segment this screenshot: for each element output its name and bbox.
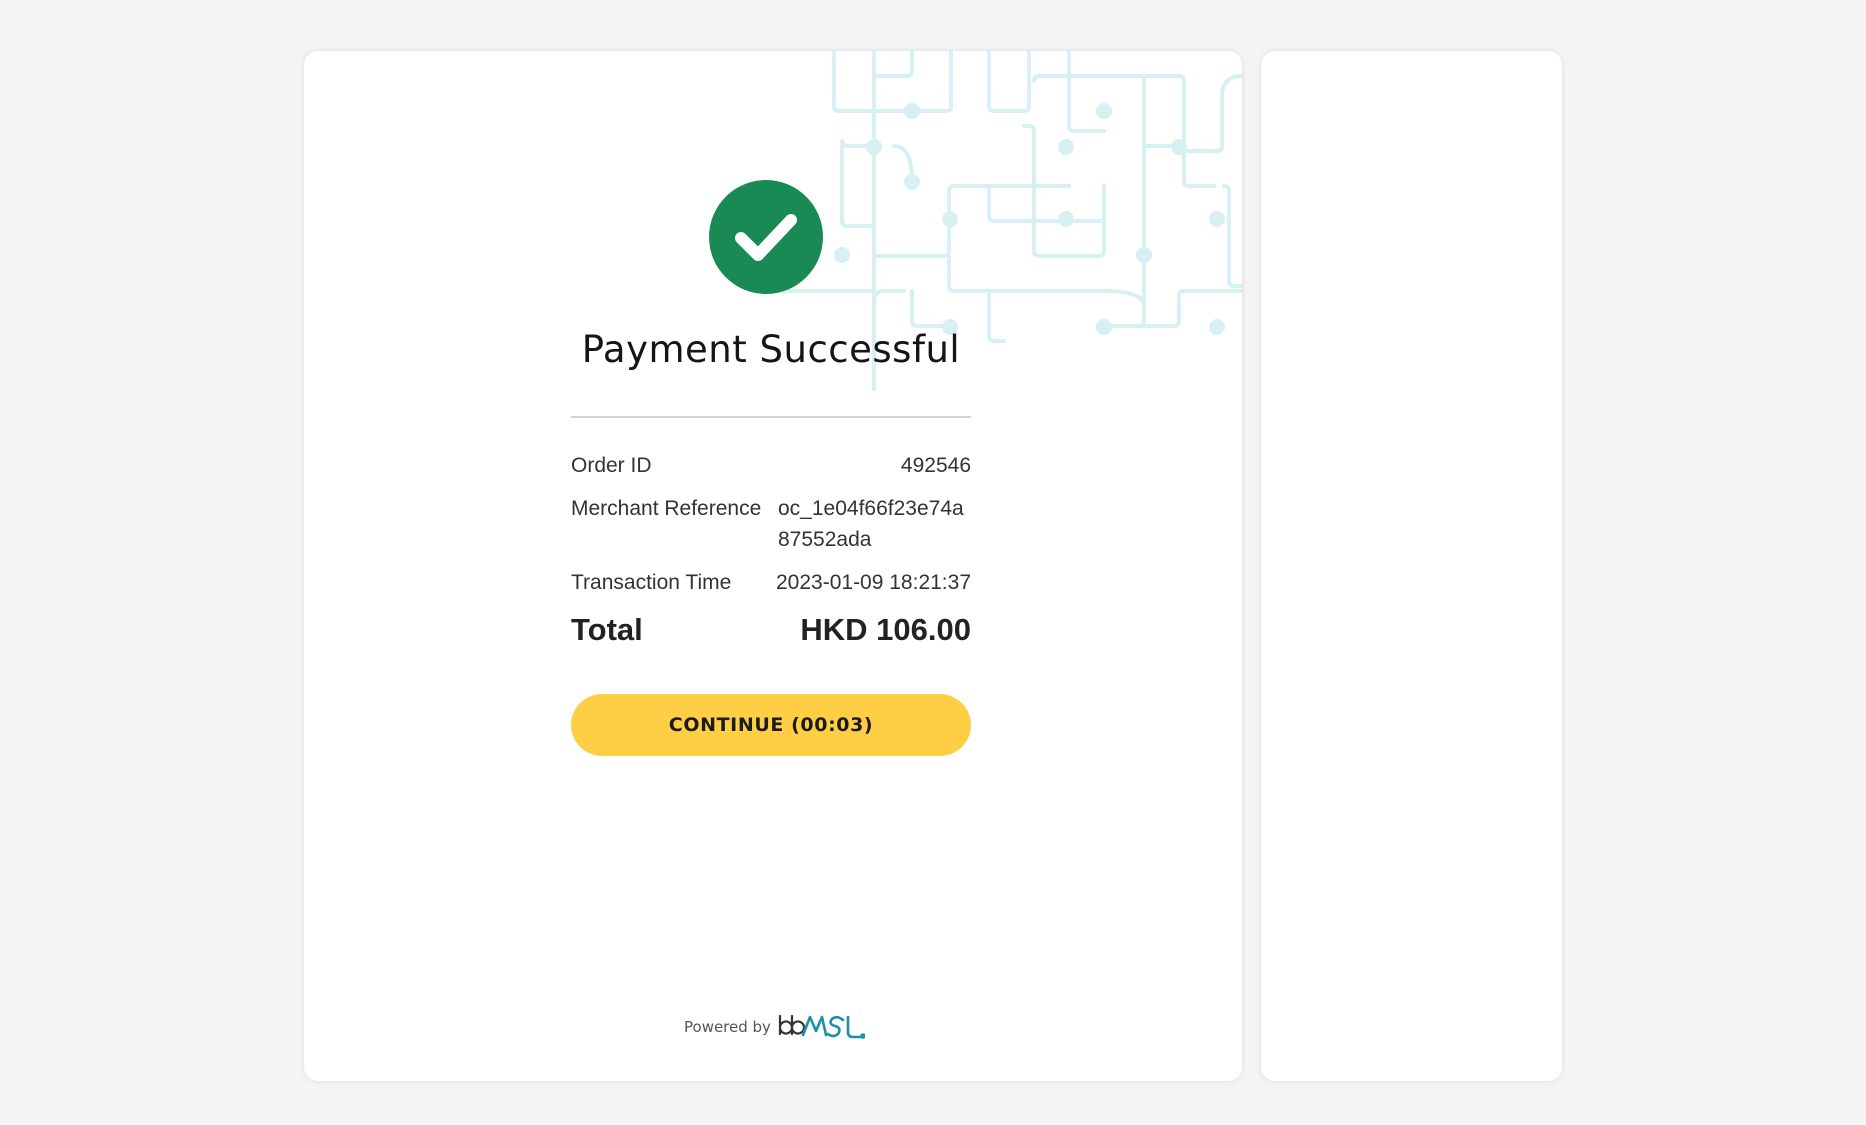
merchant-reference-row: Merchant Reference oc_1e04f66f23e74a8755… [571, 493, 971, 555]
check-circle-icon [709, 180, 823, 294]
transaction-time-value: 2023-01-09 18:21:37 [776, 571, 971, 594]
side-panel [1261, 51, 1562, 1081]
powered-by-label: Powered by [684, 1018, 771, 1036]
powered-by-footer: Powered by [684, 1013, 865, 1041]
bbmsl-logo [778, 1014, 865, 1039]
merchant-reference-label: Merchant Reference [571, 497, 762, 520]
continue-button[interactable]: CONTINUE (00:03) [571, 694, 971, 756]
divider [571, 416, 971, 418]
payment-details: Order ID 492546 Merchant Reference oc_1e… [571, 450, 971, 650]
payment-status-title: Payment Successful [581, 328, 961, 371]
total-row: Total HKD 106.00 [571, 610, 971, 650]
order-id-label: Order ID [571, 454, 652, 477]
payment-result-card: Payment Successful Order ID 492546 Merch… [304, 51, 1242, 1081]
order-id-row: Order ID 492546 [571, 450, 971, 481]
total-amount: HKD 106.00 [800, 612, 971, 647]
order-id-value: 492546 [900, 454, 971, 477]
merchant-reference-value: oc_1e04f66f23e74a87552ada [778, 497, 964, 551]
transaction-time-row: Transaction Time 2023-01-09 18:21:37 [571, 567, 971, 598]
transaction-time-label: Transaction Time [571, 571, 732, 594]
total-label: Total [571, 612, 643, 647]
